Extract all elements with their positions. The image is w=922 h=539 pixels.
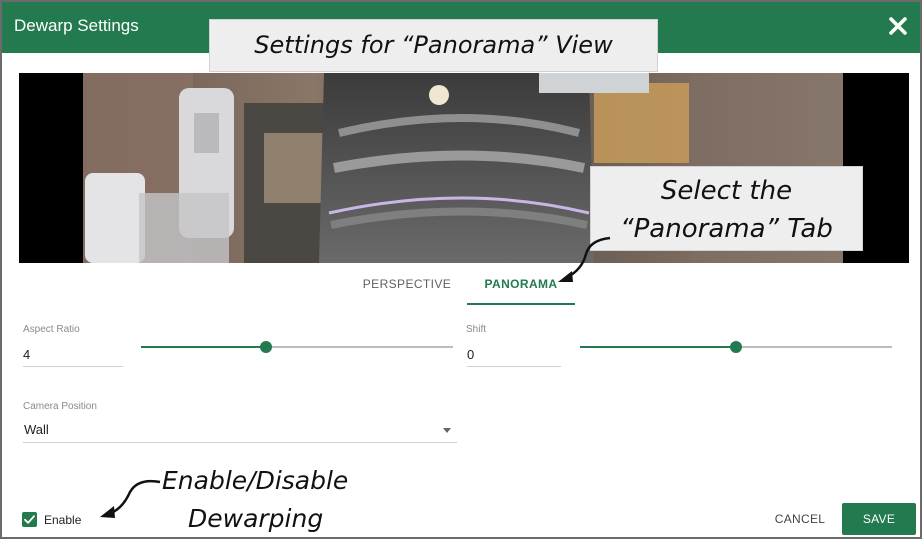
select-tab-callout-line1: Select the — [660, 176, 793, 206]
dewarp-dialog: Dewarp Settings PERSPECTIVE PANORAMA Asp… — [0, 0, 922, 539]
settings-view-callout: Settings for “Panorama” View — [209, 19, 658, 72]
camera-position-select[interactable]: Wall — [23, 420, 457, 443]
enable-label: Enable — [44, 513, 82, 527]
tab-bar: PERSPECTIVE PANORAMA — [2, 267, 920, 307]
dewarp-annotation-line1: Enable/Disable — [162, 466, 349, 495]
camera-position-value: Wall — [24, 422, 49, 437]
chevron-down-icon — [443, 428, 451, 433]
shift-slider-fill — [580, 346, 736, 348]
shift-slider-thumb[interactable] — [730, 341, 742, 353]
select-tab-callout: Select the “Panorama” Tab — [590, 166, 863, 251]
close-icon[interactable] — [886, 14, 910, 38]
dialog-title: Dewarp Settings — [14, 16, 139, 35]
save-button[interactable]: SAVE — [842, 503, 916, 535]
aspect-ratio-slider-thumb[interactable] — [259, 341, 272, 353]
tab-perspective[interactable]: PERSPECTIVE — [352, 267, 462, 303]
aspect-ratio-label: Aspect Ratio — [23, 324, 80, 335]
aspect-ratio-slider[interactable] — [141, 340, 453, 354]
shift-input[interactable] — [467, 347, 561, 367]
camera-position-label: Camera Position — [23, 401, 97, 412]
enable-checkbox[interactable] — [22, 512, 37, 527]
select-tab-callout-line2: “Panorama” Tab — [620, 214, 833, 244]
cancel-button[interactable]: CANCEL — [764, 504, 836, 534]
check-icon — [24, 515, 35, 524]
dewarp-arrow-icon — [100, 479, 161, 518]
shift-slider[interactable] — [580, 340, 892, 354]
aspect-ratio-input[interactable] — [23, 347, 123, 367]
shift-label: Shift — [466, 324, 487, 335]
dewarp-annotation-line2: Dewarping — [188, 504, 324, 533]
select-tab-arrow-icon — [558, 236, 611, 282]
aspect-ratio-slider-fill — [141, 346, 266, 348]
